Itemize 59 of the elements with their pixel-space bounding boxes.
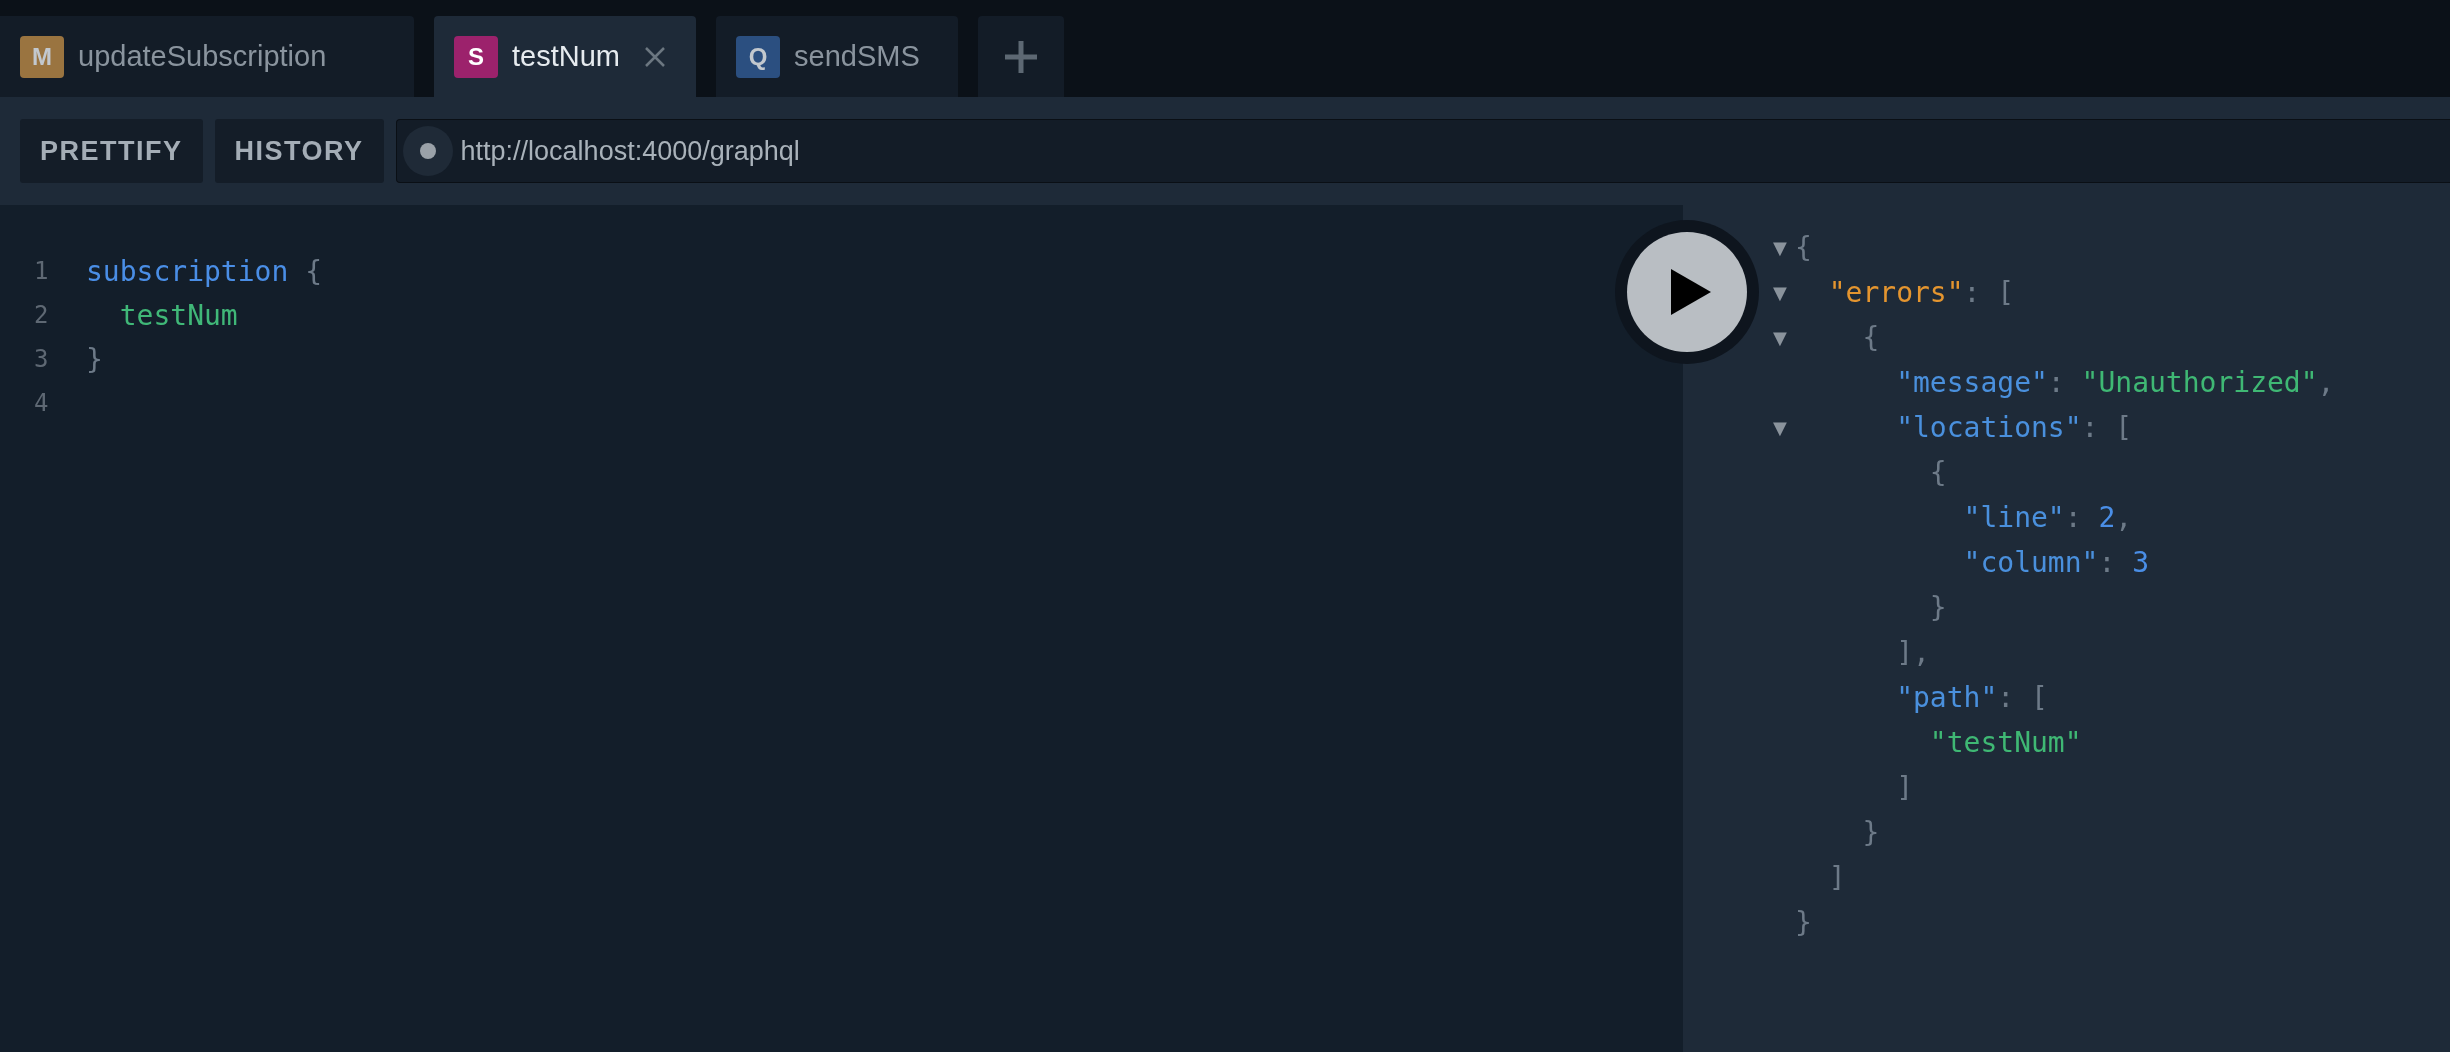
punctuation: : <box>2098 546 2116 579</box>
json-key: "message" <box>1896 366 2048 399</box>
punctuation: : [ <box>1963 276 2015 309</box>
punctuation: } <box>86 342 103 376</box>
punctuation: : <box>2064 501 2082 534</box>
line-number: 1 <box>33 257 50 285</box>
line-number: 3 <box>33 345 50 373</box>
punctuation: { <box>1929 456 1947 489</box>
query-tab[interactable]: M updateSubscription <box>0 16 414 97</box>
toolbar-button[interactable]: HISTORY <box>214 119 384 183</box>
collapse-toggle[interactable]: ▼ <box>1773 237 1787 258</box>
punctuation: ] <box>1828 861 1846 894</box>
punctuation: : [ <box>2081 411 2133 444</box>
punctuation: { <box>305 254 322 288</box>
plus-icon <box>1004 39 1038 74</box>
json-number: 3 <box>2132 546 2149 579</box>
query-tab[interactable]: S testNum <box>434 16 696 97</box>
json-string: "Unauthorized" <box>2081 366 2318 399</box>
keyword-token: subscription <box>86 254 289 288</box>
collapse-toggle[interactable]: ▼ <box>1773 282 1787 303</box>
query-tab[interactable]: Q sendSMS <box>716 16 958 97</box>
json-key: "path" <box>1896 681 1998 714</box>
collapse-toggle[interactable]: ▼ <box>1773 417 1787 438</box>
punctuation: , <box>2317 366 2335 399</box>
collapse-toggle[interactable]: ▼ <box>1773 327 1787 348</box>
punctuation: , <box>2115 501 2133 534</box>
operation-badge: S <box>454 35 498 78</box>
operation-badge: M <box>20 35 64 78</box>
line-number: 4 <box>33 389 50 417</box>
close-icon[interactable] <box>644 45 666 68</box>
endpoint-field[interactable]: http://localhost:4000/graphql <box>395 119 2450 183</box>
punctuation: : <box>2047 366 2065 399</box>
punctuation: } <box>1929 591 1947 624</box>
play-button[interactable] <box>1627 232 1747 352</box>
endpoint-input[interactable]: http://localhost:4000/graphql <box>460 131 2450 171</box>
json-key: "line" <box>1963 501 2065 534</box>
json-key: "column" <box>1963 546 2099 579</box>
punctuation: } <box>1795 906 1812 939</box>
tab-label: updateSubscription <box>78 40 327 73</box>
operation-badge: Q <box>736 35 780 78</box>
play-icon <box>1671 269 1711 315</box>
new-tab-button[interactable] <box>978 16 1064 97</box>
query-editor[interactable]: 1 subscription { 2 testNum 3 } 4 <box>0 205 1683 1052</box>
tab-label: sendSMS <box>794 40 920 73</box>
punctuation: { <box>1862 321 1880 354</box>
json-key: "locations" <box>1896 411 2082 444</box>
status-dot-icon <box>402 126 453 176</box>
punctuation: { <box>1795 231 1812 264</box>
line-number: 2 <box>33 301 50 329</box>
json-string: "testNum" <box>1929 726 2082 759</box>
tab-label: testNum <box>512 40 620 73</box>
punctuation: ] <box>1896 771 1913 804</box>
punctuation: } <box>1862 816 1880 849</box>
toolbar-button[interactable]: PRETTIFY <box>20 119 203 183</box>
json-number: 2 <box>2098 501 2116 534</box>
json-key: "errors" <box>1828 276 1964 309</box>
field-token: testNum <box>119 298 238 332</box>
punctuation: ], <box>1896 636 1930 669</box>
punctuation: : [ <box>1997 681 2048 714</box>
